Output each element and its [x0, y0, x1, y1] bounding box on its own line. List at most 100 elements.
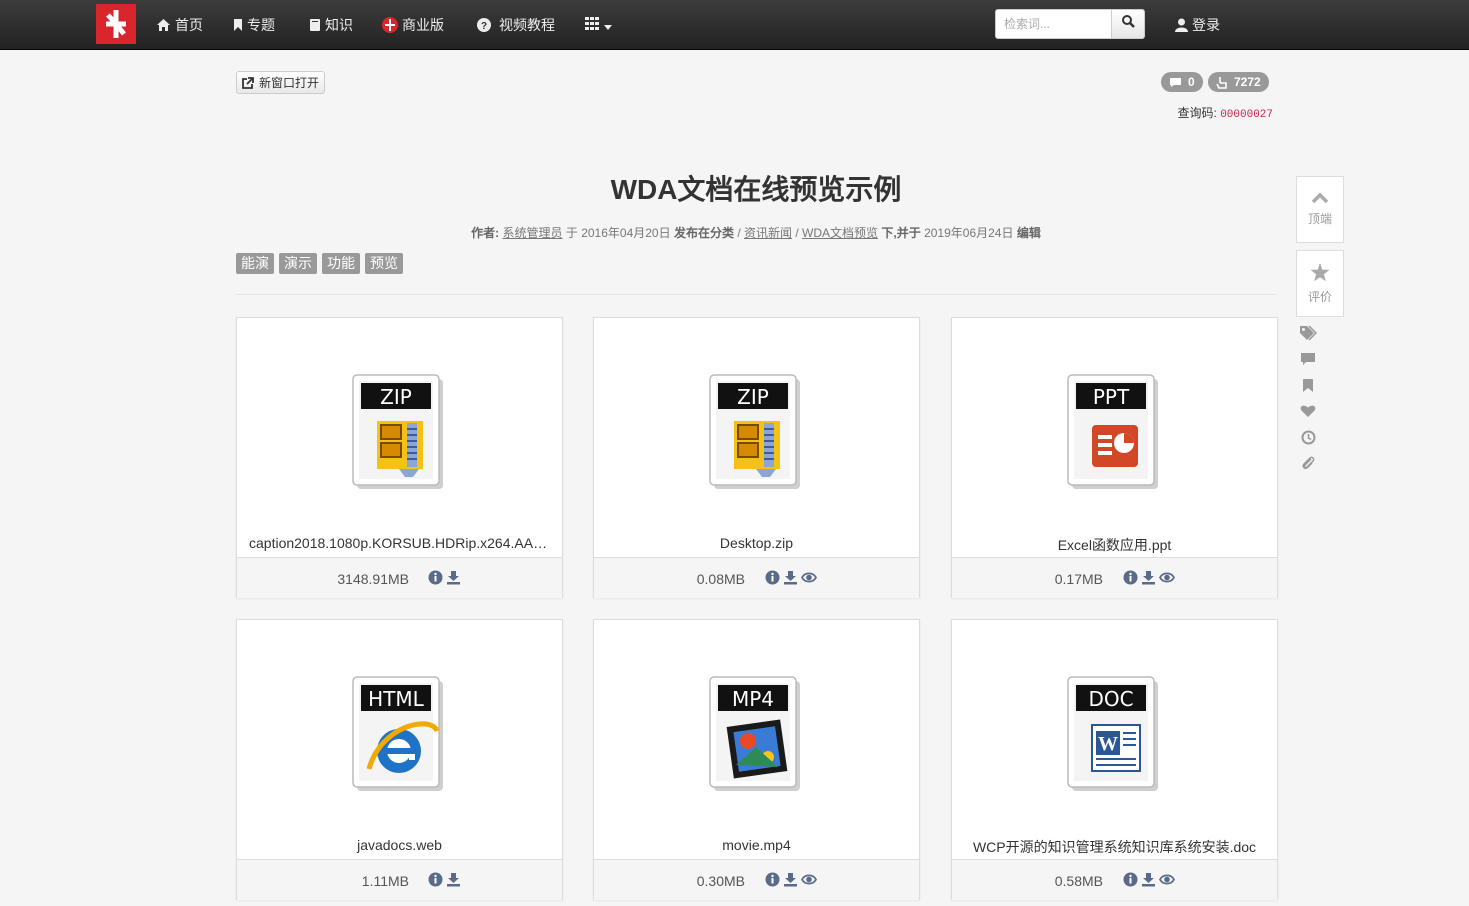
- file-name[interactable]: javadocs.web: [237, 837, 562, 853]
- nav-label: 首页: [175, 17, 203, 33]
- download-icon[interactable]: [1141, 570, 1156, 585]
- search-input[interactable]: [995, 9, 1112, 39]
- preview-eye-icon[interactable]: [1159, 872, 1175, 887]
- nav-label: 商业版: [402, 17, 444, 33]
- preview-eye-icon[interactable]: [1159, 570, 1175, 585]
- nav-home[interactable]: 首页: [156, 0, 203, 50]
- nav-knowledge[interactable]: 知识: [309, 0, 353, 50]
- file-size: 0.17MB: [1054, 571, 1103, 587]
- tags-icon[interactable]: [1299, 324, 1317, 342]
- download-icon[interactable]: [783, 570, 798, 585]
- download-icon[interactable]: [783, 872, 798, 887]
- tag-item[interactable]: 功能: [322, 253, 360, 274]
- info-icon[interactable]: [765, 570, 780, 585]
- download-icon[interactable]: [446, 570, 461, 585]
- file-card[interactable]: ZIP caption2018.1080p.KORSUB.HDRip.x264.A…: [236, 317, 563, 598]
- info-icon[interactable]: [1123, 872, 1138, 887]
- file-name[interactable]: Desktop.zip: [594, 535, 919, 551]
- comment-icon: [1169, 77, 1182, 88]
- file-name[interactable]: movie.mp4: [594, 837, 919, 853]
- at-label: 于: [565, 226, 578, 240]
- tag-item[interactable]: 能演: [236, 253, 274, 274]
- external-link-icon: [242, 76, 254, 89]
- book-icon: [309, 18, 321, 32]
- user-icon: [1175, 18, 1188, 32]
- info-icon[interactable]: [1123, 570, 1138, 585]
- edit-link[interactable]: 编辑: [1017, 226, 1041, 240]
- article-meta: 作者: 系统管理员 于 2016年04月20日 发布在分类 / 资讯新闻 / W…: [236, 224, 1276, 241]
- rate-label: 评价: [1307, 289, 1332, 304]
- top-navbar: 首页 专题 知识 商业版 ? 视频教程 登录: [0, 0, 1469, 50]
- preview-eye-icon[interactable]: [801, 872, 817, 887]
- back-to-top-button[interactable]: 顶端: [1296, 176, 1344, 243]
- nav-label: 视频教程: [499, 17, 555, 33]
- author-label: 作者:: [471, 226, 500, 240]
- file-type-label: MP4: [732, 687, 774, 711]
- file-type-icon[interactable]: PPT: [1066, 373, 1164, 493]
- paperclip-icon[interactable]: [1299, 454, 1317, 472]
- svg-text:?: ?: [481, 21, 487, 32]
- file-type-label: PPT: [1093, 385, 1130, 409]
- published-date: 2016年04月20日: [581, 226, 671, 240]
- file-card[interactable]: PPT Excel函数应用.ppt 0.17MB: [951, 317, 1278, 598]
- file-card[interactable]: ZIP Desktop.zip 0.08MB: [593, 317, 920, 598]
- comments-badge[interactable]: 0: [1161, 72, 1203, 92]
- file-type-icon[interactable]: ZIP: [708, 373, 806, 493]
- author-link[interactable]: 系统管理员: [502, 226, 562, 240]
- file-card[interactable]: HTML javadocs.web 1.11MB: [236, 619, 563, 900]
- query-code: 查询码: 00000027: [1178, 104, 1274, 121]
- svg-text:W: W: [1098, 733, 1118, 755]
- nav-topics[interactable]: 专题: [233, 0, 275, 50]
- category-link-news[interactable]: 资讯新闻: [744, 226, 792, 240]
- rate-button[interactable]: 评价: [1296, 250, 1344, 317]
- updated-date: 2019年06月24日: [924, 226, 1014, 240]
- heart-icon[interactable]: [1299, 402, 1317, 420]
- file-type-icon[interactable]: MP4: [708, 675, 806, 795]
- preview-eye-icon[interactable]: [801, 570, 817, 585]
- file-name[interactable]: caption2018.1080p.KORSUB.HDRip.x264.AAC2…: [237, 535, 562, 551]
- updated-label: 下,并于: [881, 226, 921, 240]
- comments-count: 0: [1188, 75, 1195, 89]
- nav-video-tutorial[interactable]: ? 视频教程: [477, 0, 555, 50]
- file-type-icon[interactable]: DOC W: [1066, 675, 1164, 795]
- site-logo[interactable]: [96, 4, 136, 44]
- top-label: 顶端: [1307, 212, 1332, 226]
- category-link-wda[interactable]: WDA文档预览: [802, 226, 878, 240]
- file-card[interactable]: MP4 movie.mp4 0.30MB: [593, 619, 920, 900]
- file-name[interactable]: Excel函数应用.ppt: [952, 535, 1277, 555]
- file-actions: [765, 570, 817, 585]
- info-icon[interactable]: [428, 872, 443, 887]
- open-new-window-button[interactable]: 新窗口打开: [236, 71, 326, 94]
- clock-icon[interactable]: [1299, 428, 1317, 446]
- info-icon[interactable]: [765, 872, 780, 887]
- nav-label: 知识: [325, 17, 353, 33]
- visits-count: 7272: [1234, 75, 1261, 89]
- home-icon: [156, 18, 171, 32]
- file-type-icon[interactable]: ZIP: [351, 373, 449, 493]
- file-card[interactable]: DOC W WCP开源的知识管理系统知识库系统安装.doc 0.58MB: [951, 619, 1278, 900]
- page-title: WDA文档在线预览示例: [610, 174, 902, 205]
- nav-business[interactable]: 商业版: [382, 0, 444, 50]
- download-icon[interactable]: [446, 872, 461, 887]
- visits-badge: 7272: [1208, 72, 1269, 92]
- nav-apps-menu[interactable]: [585, 0, 612, 50]
- tag-item[interactable]: 演示: [279, 253, 317, 274]
- query-code-value: 00000027: [1220, 109, 1273, 121]
- bookmark-icon[interactable]: [1299, 376, 1317, 394]
- file-size: 1.11MB: [361, 873, 409, 889]
- file-size: 0.58MB: [1054, 873, 1103, 889]
- file-card-footer: 0.30MB: [594, 859, 919, 900]
- separator: /: [795, 226, 799, 240]
- file-card-footer: 1.11MB: [237, 859, 562, 900]
- file-size: 0.08MB: [696, 571, 745, 587]
- search-button[interactable]: [1112, 9, 1145, 39]
- tag-item[interactable]: 预览: [365, 253, 403, 274]
- comment-icon[interactable]: [1299, 350, 1317, 368]
- login-link[interactable]: 登录: [1175, 0, 1220, 50]
- file-size: 3148.91MB: [337, 571, 409, 587]
- question-icon: ?: [477, 18, 491, 32]
- download-icon[interactable]: [1141, 872, 1156, 887]
- info-icon[interactable]: [428, 570, 443, 585]
- file-type-icon[interactable]: HTML: [351, 675, 449, 795]
- file-name[interactable]: WCP开源的知识管理系统知识库系统安装.doc: [952, 837, 1277, 857]
